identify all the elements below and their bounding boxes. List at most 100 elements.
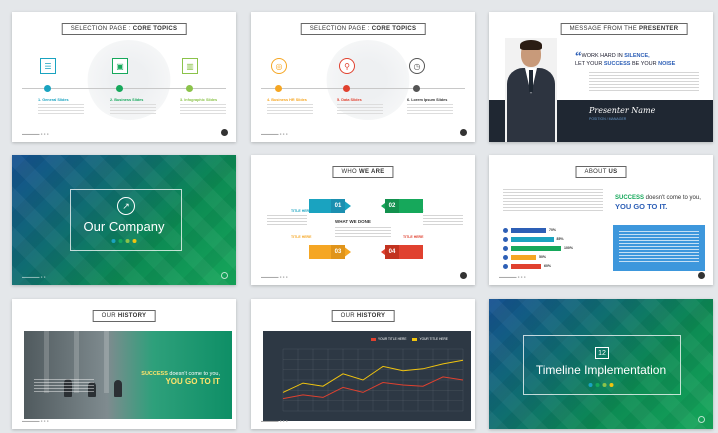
skill-bar-row: 60% — [503, 263, 551, 269]
footer: ▬▬▬▬▬ ● ● ● — [261, 132, 288, 136]
history-chart: YOUR TITLE HERE YOUR TITLE HERE — [263, 331, 471, 421]
bullet-icon — [503, 227, 508, 233]
color-dots — [111, 239, 137, 243]
growth-logo-icon: ↗ — [117, 197, 135, 215]
item-title: TITLE HERE — [291, 209, 312, 213]
skill-bar — [511, 236, 554, 242]
text-placeholder — [38, 104, 84, 115]
footer: ▬▬▬▬▬ ● ● ● — [261, 419, 288, 423]
text-placeholder — [407, 104, 453, 115]
timeline-dot — [343, 85, 350, 92]
calendar-icon: 12 — [595, 347, 609, 359]
text-placeholder — [589, 72, 699, 92]
skill-bar-row: 100% — [503, 245, 573, 251]
slide-title: OUR HISTORY — [92, 310, 156, 322]
skill-bar — [511, 263, 541, 269]
slide-title: SELECTION PAGE : CORE TOPICS — [61, 23, 187, 35]
slide-gallery: { "colors": {"green": "#16a85b", "blue":… — [0, 0, 718, 433]
footer: ▬▬▬▬▬ ● ● ● — [499, 275, 526, 279]
text-placeholder — [335, 227, 391, 237]
globe-icon: ◎ — [271, 58, 287, 74]
presenter-photo — [505, 38, 557, 142]
page-indicator — [460, 272, 467, 279]
clock-icon: ◷ — [409, 58, 425, 74]
skill-percent: 60% — [544, 264, 552, 268]
presenter-signature: Presenter Name — [589, 106, 656, 115]
skill-bar — [511, 227, 546, 233]
pin-icon: ⚲ — [339, 58, 355, 74]
text-placeholder — [110, 104, 156, 115]
topic-label: 6. Lorem Ipsum Slides — [407, 98, 448, 102]
slide-thumbnail-6[interactable]: ABOUT US 70% 85% 100% 50% 60% SUCCESS doesn'… — [489, 155, 713, 285]
topic-label: 5. Data Slides — [337, 98, 362, 102]
footer: ▬▬▬▬▬ ● ● ● — [261, 275, 288, 279]
skill-percent: 100% — [564, 246, 573, 250]
skill-bar-row: 85% — [503, 236, 564, 242]
item-title: TITLE HERE — [403, 209, 424, 213]
slide-thumbnail-5[interactable]: WHO WE ARE 01 02 03 04 WHAT WE DONE TITL… — [251, 155, 475, 285]
page-indicator — [698, 416, 705, 423]
slide-title: WHO WE ARE — [332, 166, 394, 178]
chart-icon: ▥ — [182, 58, 198, 74]
slide-thumbnail-9[interactable]: 12 Timeline Implementation — [489, 299, 713, 429]
slide-title: MESSAGE FROM THE PRESENTER — [560, 23, 688, 35]
skill-percent: 50% — [539, 255, 547, 259]
slide-thumbnail-7[interactable]: OUR HISTORY SUCCESS doesn't come to you,… — [12, 299, 236, 429]
skill-bar-row: 50% — [503, 254, 546, 260]
skill-bar — [511, 254, 536, 260]
bullet-icon — [503, 263, 508, 269]
timeline-dot — [116, 85, 123, 92]
item-title: TITLE HERE — [403, 235, 424, 239]
skill-bar-row: 70% — [503, 227, 556, 233]
slide-heading: Our Company — [83, 219, 165, 234]
timeline-line — [261, 88, 465, 89]
bullet-icon — [503, 245, 508, 251]
slide-title: SELECTION PAGE : CORE TOPICS — [300, 23, 426, 35]
slide-thumbnail-3[interactable]: MESSAGE FROM THE PRESENTER “WORK HARD IN… — [489, 12, 713, 142]
footer: ▬▬▬▬▬ ● ● — [22, 275, 46, 279]
text-placeholder — [337, 104, 383, 115]
text-placeholder — [267, 215, 307, 225]
presenter-role: POSITION / MANAGER — [589, 117, 627, 121]
list-icon: ☰ — [40, 58, 56, 74]
footer: ▬▬▬▬▬ ● ● ● — [22, 419, 49, 423]
text-placeholder — [503, 189, 603, 213]
item-title: TITLE HERE — [291, 235, 312, 239]
text-placeholder — [267, 104, 313, 115]
page-indicator — [221, 129, 228, 136]
timeline-dot — [275, 85, 282, 92]
briefcase-icon: ▣ — [112, 58, 128, 74]
step-number: 03 — [331, 245, 345, 259]
timeline-dot — [413, 85, 420, 92]
step-number: 04 — [385, 245, 399, 259]
about-heading: SUCCESS doesn't come to you, YOU GO TO IT… — [615, 195, 701, 211]
footer: ▬▬▬▬▬ ● ● ● — [22, 132, 49, 136]
topic-label: 2. Business Slides — [110, 98, 144, 102]
slide-thumbnail-1[interactable]: SELECTION PAGE : CORE TOPICS ☰ ▣ ▥ 1. Ge… — [12, 12, 236, 142]
slide-thumbnail-8[interactable]: OUR HISTORY YOUR TITLE HERE YOUR TITLE H… — [251, 299, 475, 429]
skill-percent: 70% — [549, 228, 557, 232]
timeline-line — [22, 88, 226, 89]
timeline-dot — [44, 85, 51, 92]
topic-label: 1. General Slides — [38, 98, 69, 102]
color-dots — [588, 383, 614, 387]
text-placeholder — [423, 215, 463, 225]
slide-heading: Timeline Implementation — [535, 363, 667, 377]
step-number: 02 — [385, 199, 399, 213]
skill-bar — [511, 245, 561, 251]
step-number: 01 — [331, 199, 345, 213]
line-chart-svg — [282, 348, 464, 412]
page-indicator — [698, 272, 705, 279]
text-placeholder — [180, 104, 226, 115]
slide-title: OUR HISTORY — [331, 310, 395, 322]
slide-thumbnail-2[interactable]: SELECTION PAGE : CORE TOPICS ◎ ⚲ ◷ 4. Bu… — [251, 12, 475, 142]
quote: “WORK HARD IN SILENCE, LET YOUR SUCCESS … — [575, 48, 676, 67]
bullet-icon — [503, 236, 508, 242]
page-indicator — [221, 272, 228, 279]
bullet-icon — [503, 254, 508, 260]
slide-thumbnail-4[interactable]: ↗ Our Company ▬▬▬▬▬ ● ● — [12, 155, 236, 285]
page-indicator — [460, 129, 467, 136]
info-box — [613, 225, 705, 271]
topic-label: 4. Business HR Slides — [267, 98, 307, 102]
topic-label: 3. Infographic Slides — [180, 98, 218, 102]
